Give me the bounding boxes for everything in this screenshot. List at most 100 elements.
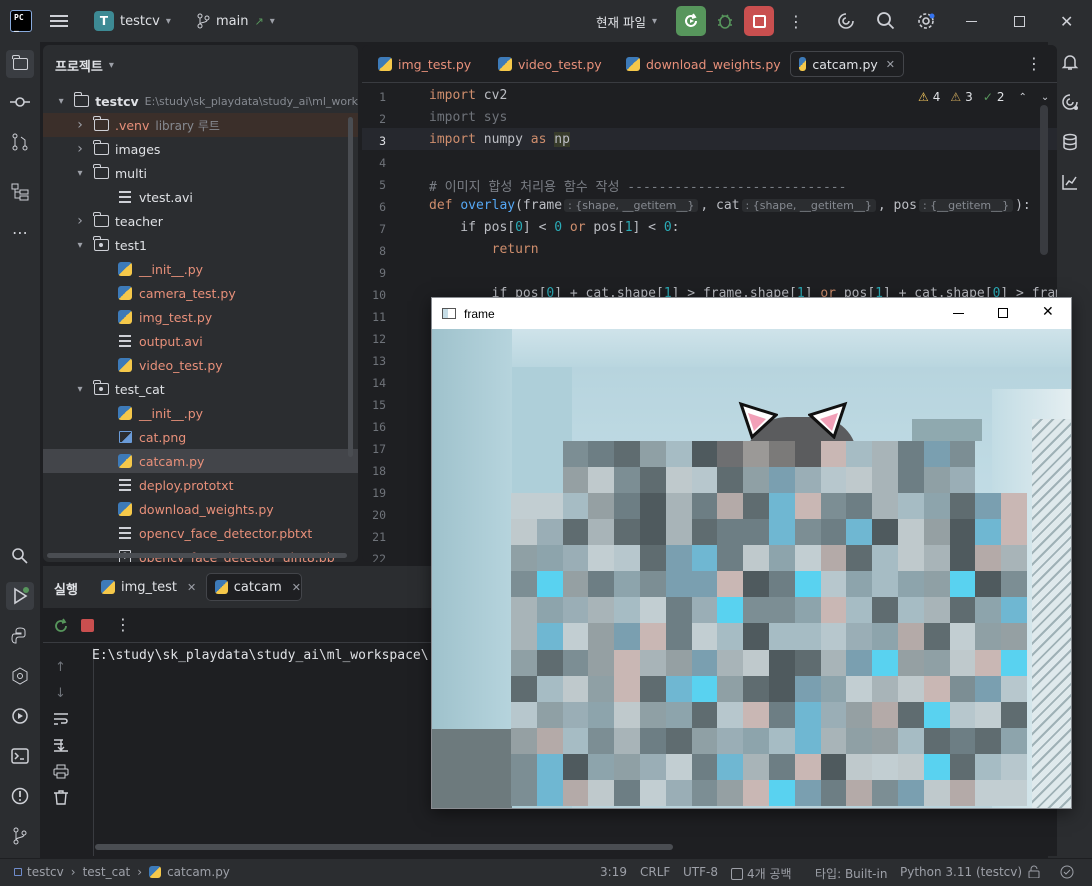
git-status-icon[interactable] (1060, 865, 1074, 879)
project-vertical-scrollbar[interactable] (348, 117, 353, 457)
main-menu-icon[interactable] (50, 0, 68, 42)
tree-item[interactable]: › images (43, 137, 358, 161)
more-options-icon[interactable]: ⋮ (115, 615, 131, 634)
run-config-selector[interactable]: 현재 파일 ▾ (596, 0, 657, 42)
commit-tool-button[interactable] (8, 90, 32, 114)
search-tool-button[interactable] (8, 544, 32, 568)
run-tab-img-test[interactable]: img_test ✕ (101, 574, 196, 600)
tree-item[interactable]: video_test.py (43, 353, 358, 377)
project-switcher[interactable]: T testcv ▾ (94, 0, 171, 42)
code-line-8[interactable]: return (429, 242, 539, 257)
services-tool-button[interactable] (8, 664, 32, 688)
trash-icon[interactable] (53, 790, 69, 805)
inspection-widget[interactable]: ⚠ 4 ⚠ 3 ✓ 2 ⌃ ⌄ (918, 90, 1049, 104)
project-tool-button[interactable] (6, 50, 34, 78)
breadcrumb-item[interactable]: test_cat (83, 865, 131, 879)
next-problem-icon[interactable]: ⌄ (1041, 92, 1049, 103)
problems-tool-button[interactable] (8, 784, 32, 808)
tree-item[interactable]: cat.png (43, 425, 358, 449)
code-line-7[interactable]: if pos[0] < 0 or pos[1] < 0: (429, 220, 679, 235)
close-tab-icon[interactable]: ✕ (292, 581, 301, 594)
frame-close-button[interactable]: ✕ (1042, 304, 1054, 320)
minimize-window-button[interactable] (966, 0, 977, 42)
tab-img-test[interactable]: img_test.py (370, 51, 479, 77)
frame-minimize-button[interactable] (953, 313, 964, 314)
notifications-tool-button[interactable] (1058, 50, 1082, 74)
close-window-button[interactable]: ✕ (1060, 0, 1073, 42)
stop-button[interactable] (744, 0, 774, 42)
tree-item[interactable]: › .venv library 루트 (43, 113, 358, 137)
run-tool-button[interactable] (6, 582, 34, 610)
branch-switcher[interactable]: main ↗ ▾ (196, 0, 275, 42)
tree-item[interactable]: camera_test.py (43, 281, 358, 305)
collapse-arrow-icon[interactable]: ▾ (73, 240, 87, 251)
tab-video-test[interactable]: video_test.py (490, 51, 610, 77)
more-tools-icon[interactable]: ⋯ (8, 220, 32, 244)
python-interpreter[interactable]: Python 3.11 (testcv) (900, 865, 1022, 879)
line-separator[interactable]: CRLF (640, 865, 670, 879)
debug-button[interactable] (715, 0, 735, 42)
tree-item[interactable]: ▾ test_cat (43, 377, 358, 401)
print-icon[interactable] (53, 764, 69, 779)
code-line-3[interactable]: import numpy as np (429, 132, 570, 147)
caret-position[interactable]: 3:19 (600, 865, 627, 879)
tree-item[interactable]: catcam.py (43, 449, 358, 473)
breadcrumb-item[interactable]: catcam.py (167, 865, 230, 879)
database-tool-button[interactable] (1058, 130, 1082, 154)
git-tool-button[interactable] (8, 824, 32, 848)
tab-catcam[interactable]: catcam.py ✕ (790, 51, 904, 77)
tree-item[interactable]: deploy.prototxt (43, 473, 358, 497)
tree-root-row[interactable]: ▾ testcv E:\study\sk_playdata\study_ai\m… (43, 89, 358, 113)
more-actions-icon[interactable]: ⋮ (788, 0, 804, 42)
frame-title-bar[interactable]: frame ✕ (432, 298, 1071, 329)
collapse-arrow-icon[interactable]: ▾ (73, 384, 87, 395)
expand-arrow-icon[interactable]: › (73, 213, 87, 229)
code-line-5[interactable]: # 이미지 합성 처리용 함수 작성 ---------------------… (429, 176, 846, 195)
close-tab-icon[interactable]: ✕ (886, 58, 895, 71)
editor-scrollbar[interactable] (1040, 105, 1048, 255)
type-checker[interactable]: 타입: Built-in (815, 865, 887, 882)
console-horizontal-scrollbar[interactable] (95, 844, 673, 850)
file-encoding[interactable]: UTF-8 (683, 865, 718, 879)
tree-item[interactable]: opencv_face_detector.pbtxt (43, 521, 358, 545)
expand-arrow-icon[interactable]: ▾ (54, 96, 67, 107)
debug-tool-button[interactable] (8, 704, 32, 728)
run-tab-catcam[interactable]: catcam ✕ (206, 573, 302, 601)
tree-item[interactable]: ▾ multi (43, 161, 358, 185)
profiler-tool-button[interactable] (1058, 170, 1082, 194)
rerun-icon[interactable] (53, 618, 69, 634)
tree-item[interactable]: ▾ test1 (43, 233, 358, 257)
rerun-button[interactable] (676, 0, 706, 42)
prev-problem-icon[interactable]: ⌃ (1019, 92, 1027, 103)
tree-item[interactable]: __init__.py (43, 257, 358, 281)
code-line-2[interactable]: import sys (429, 110, 507, 125)
search-icon[interactable] (876, 0, 896, 42)
stop-icon[interactable] (81, 619, 94, 632)
frame-maximize-button[interactable] (998, 308, 1008, 318)
code-line-1[interactable]: import cv2 (429, 88, 507, 103)
readonly-lock-icon[interactable] (1028, 865, 1040, 878)
expand-arrow-icon[interactable]: › (73, 117, 87, 133)
arrow-up-icon[interactable]: ↑ (55, 660, 66, 675)
indent-setting[interactable]: 4개 공백 (731, 865, 792, 882)
ai-chat-tool-button[interactable] (1058, 90, 1082, 114)
soft-wrap-icon[interactable] (53, 712, 69, 726)
ai-assistant-icon[interactable] (836, 0, 856, 42)
tree-item[interactable]: output.avi (43, 329, 358, 353)
settings-gear-icon[interactable] (916, 0, 936, 42)
frame-window[interactable]: frame ✕ (431, 297, 1072, 809)
pycharm-logo-icon[interactable]: PC _ (10, 0, 32, 42)
tree-item[interactable]: › teacher (43, 209, 358, 233)
project-panel-header[interactable]: 프로젝트 ▾ (55, 55, 114, 75)
breadcrumb-item[interactable]: testcv (27, 865, 64, 879)
code-line-6[interactable]: def overlay(frame: {shape, __getitem__},… (429, 198, 1031, 213)
tab-options-icon[interactable]: ⋮ (1026, 54, 1042, 73)
pull-requests-tool-button[interactable] (8, 130, 32, 154)
maximize-window-button[interactable] (1014, 0, 1025, 42)
collapse-arrow-icon[interactable]: ▾ (73, 168, 87, 179)
arrow-down-icon[interactable]: ↓ (55, 686, 66, 701)
project-horizontal-scrollbar[interactable] (47, 553, 347, 558)
tab-download-weights[interactable]: download_weights.py (618, 51, 789, 77)
python-packages-tool-button[interactable] (8, 624, 32, 648)
expand-arrow-icon[interactable]: › (73, 141, 87, 157)
